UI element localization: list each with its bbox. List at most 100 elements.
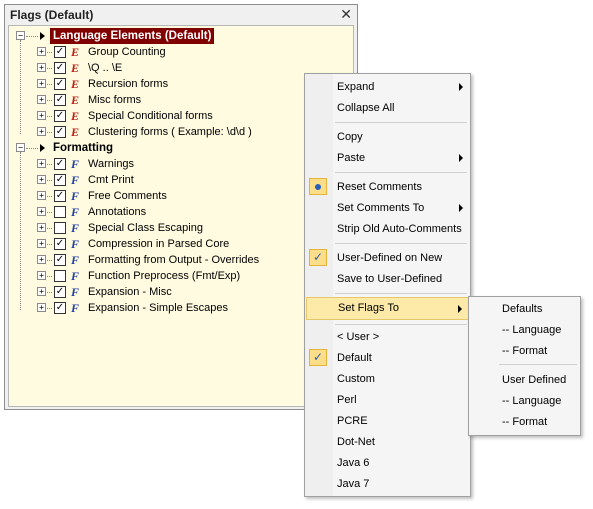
expand-icon[interactable]: +: [37, 191, 46, 200]
close-icon[interactable]: ✕: [340, 6, 352, 23]
flag-checkbox[interactable]: [54, 270, 66, 282]
collapse-icon[interactable]: −: [16, 143, 25, 152]
submenu-item-defaults-language[interactable]: -- Language: [470, 320, 579, 340]
tree-item-row[interactable]: + ✓ E Recursion forms: [9, 76, 349, 92]
menu-item-paste[interactable]: Paste: [306, 148, 469, 168]
expand-icon[interactable]: +: [37, 47, 46, 56]
flag-checkbox[interactable]: ✓: [54, 78, 66, 90]
tree-item-row[interactable]: + ✓ E Group Counting: [9, 44, 349, 60]
expand-icon[interactable]: +: [37, 111, 46, 120]
menu-item-collapse-all[interactable]: Collapse All: [306, 98, 469, 118]
expand-icon[interactable]: +: [37, 79, 46, 88]
menu-item-label: Collapse All: [337, 102, 395, 114]
menu-item-set-comments-to[interactable]: Set Comments To: [306, 198, 469, 218]
menu-item-java-7[interactable]: Java 7: [306, 474, 469, 494]
menu-item-user[interactable]: < User >: [306, 327, 469, 347]
menu-item-strip-old-auto-comments[interactable]: Strip Old Auto-Comments: [306, 219, 469, 239]
menu-item-user-defined-on-new[interactable]: ✓ User-Defined on New: [306, 248, 469, 268]
format-type-icon: F: [71, 205, 80, 219]
flag-checkbox[interactable]: ✓: [54, 254, 66, 266]
tree-item-label: Special Class Escaping: [88, 222, 203, 234]
expand-icon[interactable]: +: [37, 223, 46, 232]
tree-item-row[interactable]: + ✓ F Expansion - Simple Escapes: [9, 300, 349, 316]
flag-checkbox[interactable]: ✓: [54, 158, 66, 170]
tree-guide-line: [20, 40, 21, 134]
flag-checkbox[interactable]: ✓: [54, 190, 66, 202]
expand-icon[interactable]: +: [37, 175, 46, 184]
expand-icon[interactable]: +: [37, 159, 46, 168]
menu-item-java-6[interactable]: Java 6: [306, 453, 469, 473]
menu-separator: [335, 122, 467, 123]
menu-item-copy[interactable]: Copy: [306, 127, 469, 147]
flag-checkbox[interactable]: ✓: [54, 62, 66, 74]
expand-icon[interactable]: +: [37, 63, 46, 72]
flag-checkbox[interactable]: [54, 222, 66, 234]
tree-item-row[interactable]: + ✓ F Compression in Parsed Core: [9, 236, 349, 252]
tree-item-row[interactable]: + ✓ F Expansion - Misc: [9, 284, 349, 300]
tree-item-label: Group Counting: [88, 46, 166, 58]
tree-item-row[interactable]: + ✓ E Clustering forms ( Example: \d\d ): [9, 124, 349, 140]
menu-item-pcre[interactable]: PCRE: [306, 411, 469, 431]
flag-checkbox[interactable]: ✓: [54, 238, 66, 250]
collapse-icon[interactable]: −: [16, 31, 25, 40]
submenu-item-label: User Defined: [502, 374, 567, 386]
flag-checkbox[interactable]: ✓: [54, 126, 66, 138]
menu-item-save-to-user-defined[interactable]: Save to User-Defined: [306, 269, 469, 289]
expand-icon[interactable]: +: [37, 95, 46, 104]
submenu-arrow-icon: [459, 83, 463, 91]
tree-connector: [47, 68, 52, 69]
checkmark-icon: ✓: [309, 249, 327, 266]
tree-item-label: Clustering forms ( Example: \d\d ): [88, 126, 252, 138]
flag-checkbox[interactable]: ✓: [54, 46, 66, 58]
tree-item-row[interactable]: + ✓ F Warnings: [9, 156, 349, 172]
flag-checkbox[interactable]: [54, 206, 66, 218]
expand-icon[interactable]: +: [37, 239, 46, 248]
tree-item-row[interactable]: + ✓ F Free Comments: [9, 188, 349, 204]
expand-icon[interactable]: +: [37, 207, 46, 216]
tree-group-row[interactable]: − Language Elements (Default): [9, 28, 349, 44]
tree-connector: [47, 244, 52, 245]
menu-item-custom[interactable]: Custom: [306, 369, 469, 389]
tree-group-row[interactable]: − Formatting: [9, 140, 349, 156]
submenu-item-user-format[interactable]: -- Format: [470, 412, 579, 432]
menu-item-perl[interactable]: Perl: [306, 390, 469, 410]
expand-icon[interactable]: +: [37, 255, 46, 264]
menu-item-set-flags-to[interactable]: Set Flags To: [306, 297, 469, 320]
menu-item-reset-comments[interactable]: Reset Comments: [306, 177, 469, 197]
expand-icon[interactable]: +: [37, 127, 46, 136]
tree-item-label: Cmt Print: [88, 174, 134, 186]
menu-item-label: Strip Old Auto-Comments: [337, 223, 462, 235]
format-type-icon: F: [71, 237, 80, 251]
expand-icon[interactable]: +: [37, 303, 46, 312]
tree-item-row[interactable]: + ✓ E \Q .. \E: [9, 60, 349, 76]
flags-tree[interactable]: − Language Elements (Default) + ✓ E Group Cou…: [8, 25, 354, 407]
submenu-item-user-language[interactable]: -- Language: [470, 391, 579, 411]
menu-item-default[interactable]: ✓ Default: [306, 348, 469, 368]
tree-item-row[interactable]: + ✓ F Formatting from Output - Overrides: [9, 252, 349, 268]
menu-item-dot-net[interactable]: Dot-Net: [306, 432, 469, 452]
tree-item-row[interactable]: + ✓ E Special Conditional forms: [9, 108, 349, 124]
flag-checkbox[interactable]: ✓: [54, 110, 66, 122]
submenu-item-user-defined[interactable]: User Defined: [470, 370, 579, 390]
tree-item-label: Free Comments: [88, 190, 167, 202]
tree-item-row[interactable]: + ✓ F Cmt Print: [9, 172, 349, 188]
flag-checkbox[interactable]: ✓: [54, 286, 66, 298]
tree-item-row[interactable]: + F Annotations: [9, 204, 349, 220]
tree-item-row[interactable]: + F Special Class Escaping: [9, 220, 349, 236]
expand-icon[interactable]: +: [37, 271, 46, 280]
element-type-icon: E: [71, 77, 80, 91]
flag-checkbox[interactable]: ✓: [54, 302, 66, 314]
submenu-item-label: -- Format: [502, 345, 548, 357]
submenu-item-defaults[interactable]: Defaults: [470, 299, 579, 319]
flag-checkbox[interactable]: ✓: [54, 174, 66, 186]
expand-icon[interactable]: +: [37, 287, 46, 296]
flag-checkbox[interactable]: ✓: [54, 94, 66, 106]
tree-connector: [47, 212, 52, 213]
menu-item-label: Expand: [337, 81, 375, 93]
submenu-item-defaults-format[interactable]: -- Format: [470, 341, 579, 361]
tree-connector: [47, 116, 52, 117]
tree-item-row[interactable]: + F Function Preprocess (Fmt/Exp): [9, 268, 349, 284]
tree-item-row[interactable]: + ✓ E Misc forms: [9, 92, 349, 108]
menu-separator: [335, 243, 467, 244]
menu-item-expand[interactable]: Expand: [306, 77, 469, 97]
